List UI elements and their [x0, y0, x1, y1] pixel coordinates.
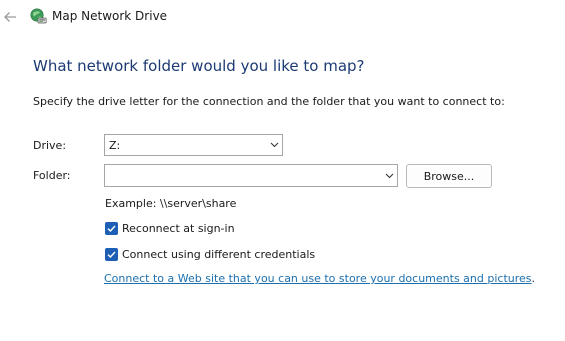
arrow-left-icon	[4, 12, 16, 22]
drive-value: Z:	[109, 138, 121, 152]
folder-label: Folder:	[33, 169, 71, 182]
chevron-down-icon[interactable]	[381, 165, 397, 186]
credentials-label: Connect using different credentials	[122, 248, 316, 261]
credentials-option[interactable]: Connect using different credentials	[105, 248, 315, 261]
reconnect-option[interactable]: Reconnect at sign-in	[105, 222, 235, 235]
reconnect-checkbox[interactable]	[105, 222, 118, 235]
web-site-link[interactable]: Connect to a Web site that you can use t…	[104, 272, 532, 285]
link-suffix: .	[531, 272, 536, 285]
credentials-checkbox[interactable]	[105, 248, 118, 261]
network-drive-icon	[30, 8, 47, 25]
web-site-link-row: Connect to a Web site that you can use t…	[104, 272, 535, 285]
back-button[interactable]	[0, 7, 20, 27]
example-text: Example: \\server\share	[105, 197, 237, 210]
browse-button[interactable]: Browse...	[406, 164, 492, 188]
drive-label: Drive:	[33, 139, 67, 152]
chevron-down-icon	[266, 135, 282, 155]
window-title: Map Network Drive	[52, 9, 168, 23]
folder-combo[interactable]	[104, 164, 398, 187]
checkmark-icon	[107, 225, 116, 232]
drive-select[interactable]: Z:	[104, 134, 283, 156]
page-heading: What network folder would you like to ma…	[33, 57, 365, 75]
reconnect-label: Reconnect at sign-in	[122, 222, 235, 235]
instruction-text: Specify the drive letter for the connect…	[33, 95, 505, 108]
checkmark-icon	[107, 251, 116, 258]
